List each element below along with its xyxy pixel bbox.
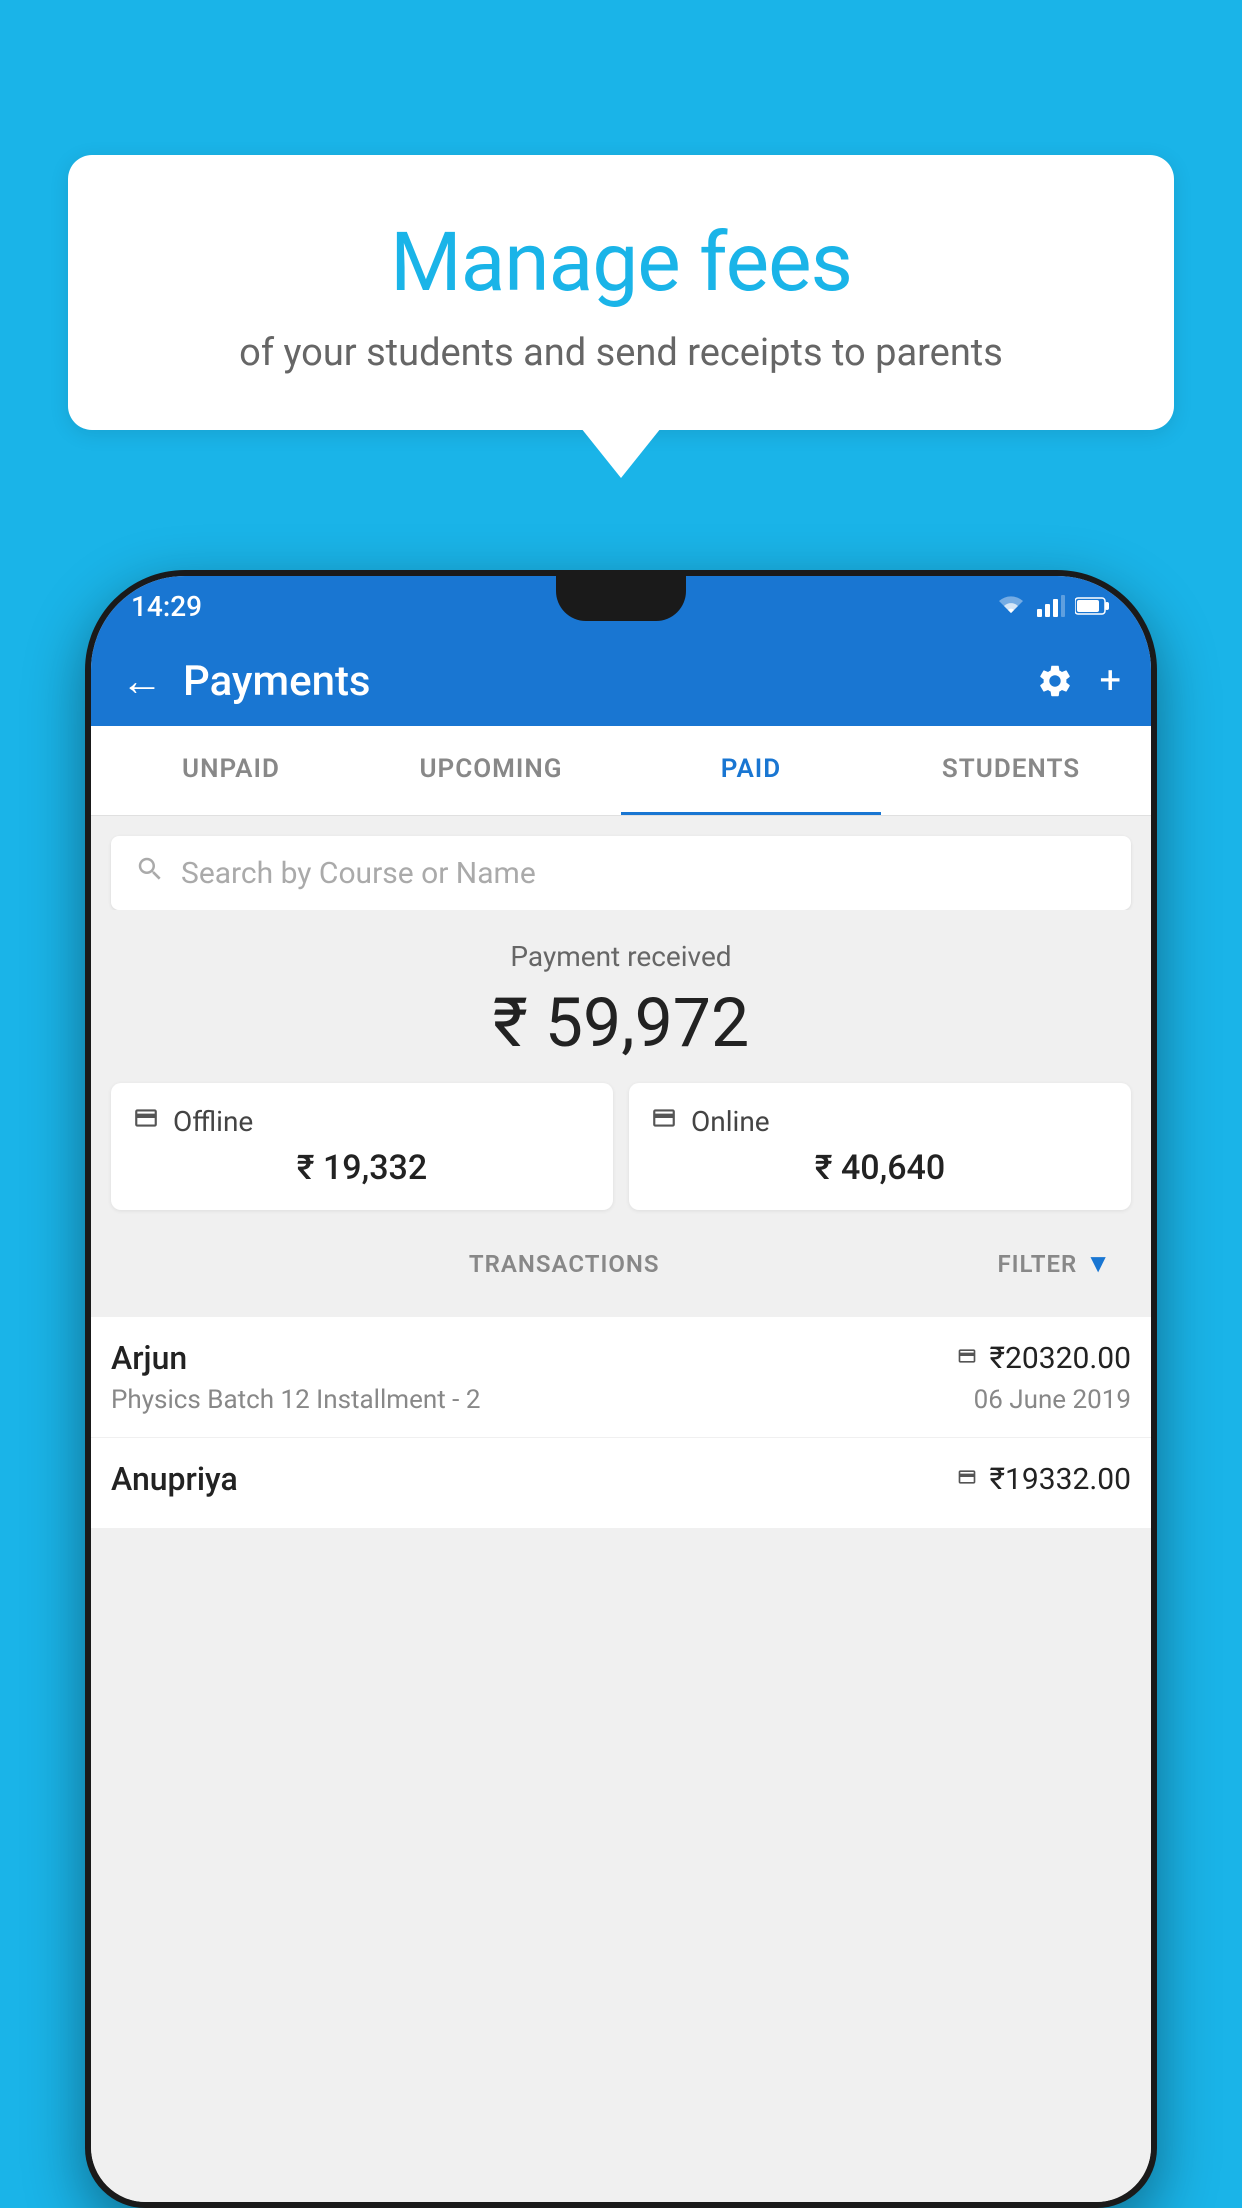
search-placeholder-text: Search by Course or Name [181,856,536,891]
table-row[interactable]: Anupriya ₹19332.00 [91,1438,1151,1529]
battery-icon [1075,596,1111,616]
settings-icon[interactable] [1036,662,1074,700]
offline-label: Offline [173,1105,253,1138]
tabs-bar: UNPAID UPCOMING PAID STUDENTS [91,726,1151,816]
app-bar-icons: + [1036,659,1121,703]
transaction-bottom: Physics Batch 12 Installment - 2 06 June… [111,1385,1131,1415]
phone-frame: 14:29 [85,570,1157,2208]
app-title: Payments [183,657,1036,706]
search-bar[interactable]: Search by Course or Name [111,836,1131,910]
transactions-header: TRANSACTIONS FILTER ▼ [111,1230,1131,1297]
filter-icon: ▼ [1085,1248,1111,1279]
payment-received-label: Payment received [111,940,1131,973]
tab-unpaid[interactable]: UNPAID [101,726,361,815]
signal-icon [1037,595,1065,617]
transaction-name: Anupriya [111,1460,238,1498]
bubble-subtitle: of your students and send receipts to pa… [118,331,1124,375]
tab-upcoming[interactable]: UPCOMING [361,726,621,815]
online-amount: ₹ 40,640 [649,1148,1111,1188]
search-icon [135,854,165,892]
transaction-amount-wrap: ₹20320.00 [954,1341,1131,1376]
online-icon [649,1105,679,1138]
transaction-date: 06 June 2019 [974,1385,1131,1415]
status-bar: 14:29 [91,576,1151,636]
filter-button[interactable]: FILTER ▼ [997,1248,1111,1279]
transaction-amount-wrap: ₹19332.00 [954,1462,1131,1497]
payment-cards: Offline ₹ 19,332 Online [111,1083,1131,1230]
transaction-amount: ₹20320.00 [990,1341,1131,1376]
transaction-amount: ₹19332.00 [990,1462,1131,1497]
offline-icon [131,1105,161,1138]
speech-bubble: Manage fees of your students and send re… [68,155,1174,430]
add-button[interactable]: + [1099,659,1121,703]
status-icons [995,595,1111,617]
phone-screen: 14:29 [91,576,1151,2202]
offline-payment-icon [954,1464,980,1494]
payment-total-amount: ₹ 59,972 [111,983,1131,1063]
online-card-header: Online [649,1105,1111,1138]
notch [556,576,686,621]
transaction-top: Arjun ₹20320.00 [111,1339,1131,1377]
payment-summary: Payment received ₹ 59,972 Offline [91,910,1151,1317]
offline-card-header: Offline [131,1105,593,1138]
app-bar: ← Payments + [91,636,1151,726]
tab-paid[interactable]: PAID [621,726,881,815]
transaction-name: Arjun [111,1339,187,1377]
transaction-desc: Physics Batch 12 Installment - 2 [111,1385,480,1415]
table-row[interactable]: Arjun ₹20320.00 Physics Batch 12 Install… [91,1317,1151,1438]
wifi-icon [995,595,1027,617]
offline-amount: ₹ 19,332 [131,1148,593,1188]
bubble-title: Manage fees [118,215,1124,311]
back-button[interactable]: ← [121,657,163,706]
transaction-top: Anupriya ₹19332.00 [111,1460,1131,1498]
tab-students[interactable]: STUDENTS [881,726,1141,815]
transaction-list: Arjun ₹20320.00 Physics Batch 12 Install… [91,1317,1151,1529]
online-payment-card: Online ₹ 40,640 [629,1083,1131,1210]
status-time: 14:29 [131,590,202,623]
online-label: Online [691,1105,770,1138]
online-payment-icon [954,1343,980,1373]
filter-label: FILTER [997,1250,1077,1278]
content-area: Search by Course or Name Payment receive… [91,816,1151,2202]
transactions-section-label: TRANSACTIONS [131,1250,997,1278]
offline-payment-card: Offline ₹ 19,332 [111,1083,613,1210]
